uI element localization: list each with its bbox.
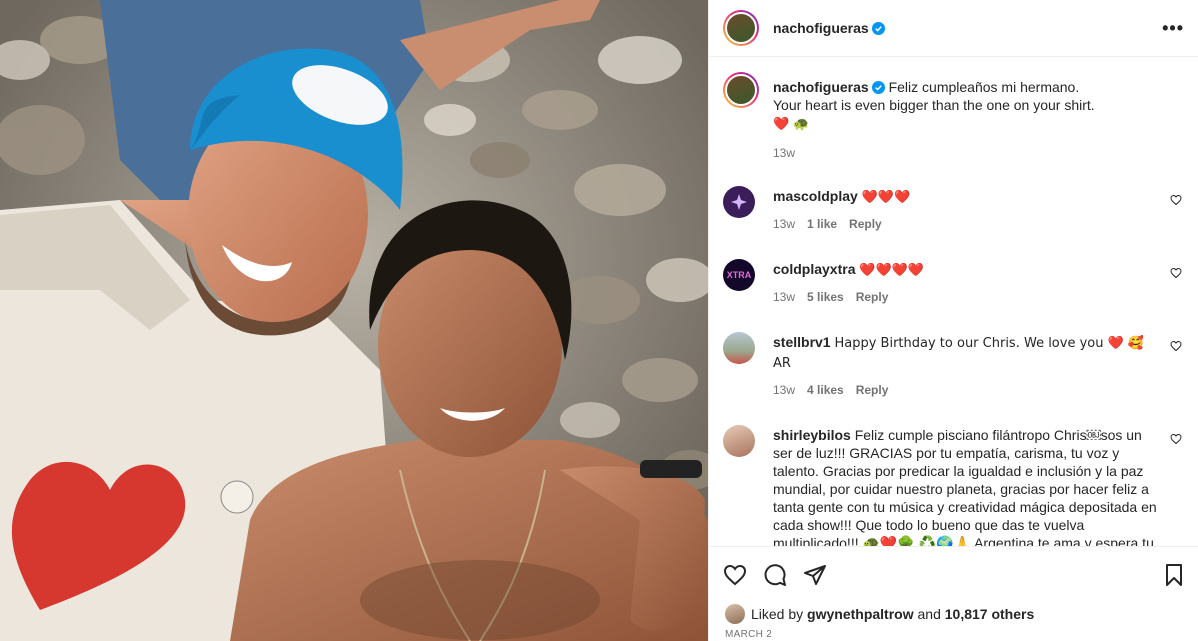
comment-item: shirleybilos Feliz cumple pisciano filán… bbox=[723, 425, 1182, 546]
comment-avatar[interactable]: XTRA bbox=[723, 259, 755, 291]
comment-text: ❤️❤️❤️ bbox=[861, 190, 911, 205]
comment-time[interactable]: 13w bbox=[773, 217, 795, 231]
comment-avatar[interactable] bbox=[723, 186, 755, 218]
reply-button[interactable]: Reply bbox=[856, 290, 889, 304]
author-avatar[interactable] bbox=[723, 10, 759, 46]
comment-avatar[interactable] bbox=[723, 425, 755, 457]
comment-avatar[interactable] bbox=[723, 332, 755, 364]
comment-text: Feliz cumple pisciano filántropo Chris￼s… bbox=[773, 427, 1157, 546]
instagram-post-modal: nachofigueras ••• nachofigueras Feliz cu… bbox=[0, 0, 1198, 641]
likes-summary: Liked by gwynethpaltrow and 10,817 other… bbox=[725, 604, 1034, 624]
caption-time[interactable]: 13w bbox=[773, 146, 795, 160]
photo-illustration bbox=[0, 0, 708, 641]
post-side-panel: nachofigueras ••• nachofigueras Feliz cu… bbox=[708, 0, 1198, 641]
heart-icon[interactable] bbox=[1170, 433, 1182, 445]
comments-list[interactable]: nachofigueras Feliz cumpleaños mi herman… bbox=[709, 58, 1198, 546]
comment-username[interactable]: coldplayxtra bbox=[773, 261, 855, 277]
comment-item: mascoldplay ❤️❤️❤️ 13w 1 like Reply bbox=[723, 186, 1182, 233]
post-photo[interactable] bbox=[0, 0, 708, 641]
caption-avatar[interactable] bbox=[723, 72, 759, 108]
post-header: nachofigueras ••• bbox=[709, 0, 1198, 57]
caption-line-2: Your heart is even bigger than the one o… bbox=[773, 97, 1095, 113]
comment-time[interactable]: 13w bbox=[773, 383, 795, 397]
comment-username[interactable]: shirleybilos bbox=[773, 427, 851, 443]
comment-likes[interactable]: 1 like bbox=[807, 217, 837, 231]
liker-avatar[interactable] bbox=[725, 604, 745, 624]
comment-text: ❤️❤️❤️❤️ bbox=[859, 263, 925, 278]
comment-item: XTRA coldplayxtra ❤️❤️❤️❤️ 13w 5 likes Rep… bbox=[723, 259, 1182, 306]
caption-emoji: ❤️ 🐢 bbox=[773, 117, 810, 132]
comment-item: stellbrv1 Happy Birthday to our Chris. W… bbox=[723, 332, 1182, 399]
verified-badge-icon bbox=[871, 21, 885, 35]
post-date[interactable]: MARCH 2 bbox=[725, 629, 772, 640]
caption-line-1: Feliz cumpleaños mi hermano. bbox=[888, 79, 1080, 95]
likes-prefix: Liked by bbox=[751, 606, 804, 622]
likes-conj: and bbox=[917, 606, 941, 622]
author-username[interactable]: nachofigueras bbox=[773, 20, 869, 36]
post-caption: nachofigueras Feliz cumpleaños mi herman… bbox=[723, 72, 1182, 162]
verified-badge-icon bbox=[871, 81, 885, 94]
comment-icon[interactable] bbox=[763, 563, 787, 587]
post-actions-bar bbox=[709, 546, 1198, 602]
comment-username[interactable]: mascoldplay bbox=[773, 188, 858, 204]
heart-icon[interactable] bbox=[1170, 194, 1182, 206]
reply-button[interactable]: Reply bbox=[856, 383, 889, 397]
comment-time[interactable]: 13w bbox=[773, 290, 795, 304]
heart-icon[interactable] bbox=[1170, 340, 1182, 352]
like-heart-icon[interactable] bbox=[723, 563, 747, 587]
comment-username[interactable]: stellbrv1 bbox=[773, 334, 831, 350]
liker-username[interactable]: gwynethpaltrow bbox=[807, 606, 914, 622]
more-options-icon[interactable]: ••• bbox=[1162, 18, 1184, 39]
comment-likes[interactable]: 5 likes bbox=[807, 290, 844, 304]
bookmark-icon[interactable] bbox=[1162, 563, 1186, 587]
comment-likes[interactable]: 4 likes bbox=[807, 383, 844, 397]
star-icon bbox=[731, 194, 747, 210]
reply-button[interactable]: Reply bbox=[849, 217, 882, 231]
share-icon[interactable] bbox=[803, 563, 827, 587]
heart-icon[interactable] bbox=[1170, 267, 1182, 279]
caption-username[interactable]: nachofigueras bbox=[773, 79, 869, 95]
likes-count[interactable]: 10,817 others bbox=[945, 606, 1035, 622]
